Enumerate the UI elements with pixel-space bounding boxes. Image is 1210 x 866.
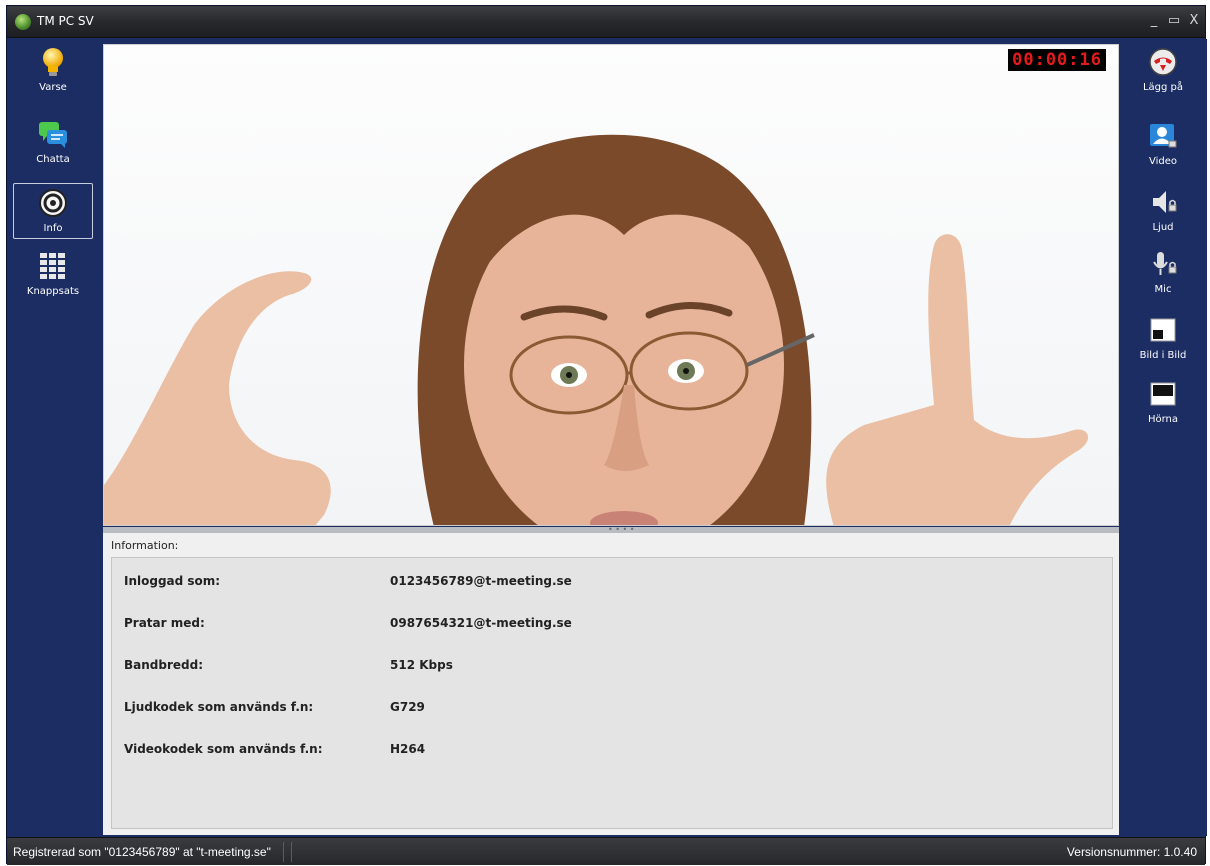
status-bar: Registrerad som "0123456789" at "t-meeti…	[7, 837, 1205, 865]
title-bar[interactable]: TM PC SV _ ▭ X	[7, 6, 1205, 38]
audio-label: Ljud	[1152, 222, 1174, 233]
varse-button[interactable]: Varse	[13, 47, 93, 93]
hangup-icon	[1149, 48, 1177, 76]
picture-in-picture-icon	[1150, 318, 1176, 342]
hang-up-label: Lägg på	[1142, 82, 1184, 93]
video-label: Video	[1148, 156, 1178, 167]
video-icon	[1150, 124, 1177, 148]
call-timer: 00:00:16	[1008, 49, 1106, 71]
video-codec-label: Videokodek som används f.n:	[124, 742, 323, 756]
mic-label: Mic	[1154, 284, 1172, 295]
bandwidth-label: Bandbredd:	[124, 658, 204, 672]
maximize-button[interactable]: ▭	[1165, 13, 1183, 28]
chatta-label: Chatta	[36, 154, 70, 165]
app-logo-icon	[15, 14, 31, 30]
video-codec-value: H264	[390, 742, 426, 756]
information-panel: Information: Inloggad som: 0123456789@t-…	[103, 533, 1119, 835]
information-heading: Information:	[111, 539, 179, 552]
status-divider	[291, 842, 292, 862]
corner-icon	[1150, 382, 1176, 406]
video-button[interactable]: Video	[1123, 121, 1203, 167]
audio-codec-value: G729	[390, 700, 425, 714]
splitter-grip-icon[interactable]: • • • •	[608, 526, 635, 534]
varse-label: Varse	[39, 82, 67, 93]
logged-in-as-label: Inloggad som:	[124, 574, 221, 588]
info-button[interactable]: Info	[13, 183, 93, 239]
knappsats-button[interactable]: Knappsats	[13, 251, 93, 297]
audio-button[interactable]: Ljud	[1123, 187, 1203, 233]
video-view[interactable]: 00:00:16	[103, 44, 1119, 526]
picture-in-picture-label: Bild i Bild	[1139, 350, 1187, 361]
knappsats-label: Knappsats	[26, 286, 80, 297]
minimize-button[interactable]: _	[1145, 13, 1163, 28]
mic-button[interactable]: Mic	[1123, 249, 1203, 295]
version-number: Versionsnummer: 1.0.40	[1066, 845, 1197, 859]
speaker-icon	[1153, 191, 1177, 213]
app-window: TM PC SV _ ▭ X Varse Chatta Info Knappsa…	[6, 5, 1207, 865]
corner-button[interactable]: Hörna	[1123, 379, 1203, 425]
left-toolbar: Varse Chatta Info Knappsats	[7, 39, 99, 836]
info-label: Info	[43, 223, 63, 234]
bandwidth-value: 512 Kbps	[390, 658, 453, 672]
picture-in-picture-button[interactable]: Bild i Bild	[1123, 315, 1203, 361]
info-icon	[39, 189, 67, 217]
close-button[interactable]: X	[1185, 13, 1203, 28]
logged-in-as-value: 0123456789@t-meeting.se	[390, 574, 572, 588]
corner-label: Hörna	[1147, 414, 1179, 425]
microphone-icon	[1153, 252, 1177, 275]
registration-status: Registrerad som "0123456789" at "t-meeti…	[13, 845, 271, 859]
audio-codec-label: Ljudkodek som används f.n:	[124, 700, 314, 714]
chatta-button[interactable]: Chatta	[13, 119, 93, 165]
talking-with-value: 0987654321@t-meeting.se	[390, 616, 572, 630]
window-title: TM PC SV	[37, 14, 94, 28]
talking-with-label: Pratar med:	[124, 616, 205, 630]
chat-icon	[39, 122, 67, 148]
right-toolbar: Lägg på Video Ljud Mic Bild i Bild Hörna	[1119, 39, 1207, 836]
information-box: Inloggad som: 0123456789@t-meeting.se Pr…	[111, 557, 1113, 829]
hang-up-button[interactable]: Lägg på	[1123, 47, 1203, 93]
status-divider	[283, 842, 284, 862]
lightbulb-icon	[43, 48, 63, 76]
remote-video-frame	[104, 134, 1088, 525]
keypad-icon	[40, 253, 65, 279]
